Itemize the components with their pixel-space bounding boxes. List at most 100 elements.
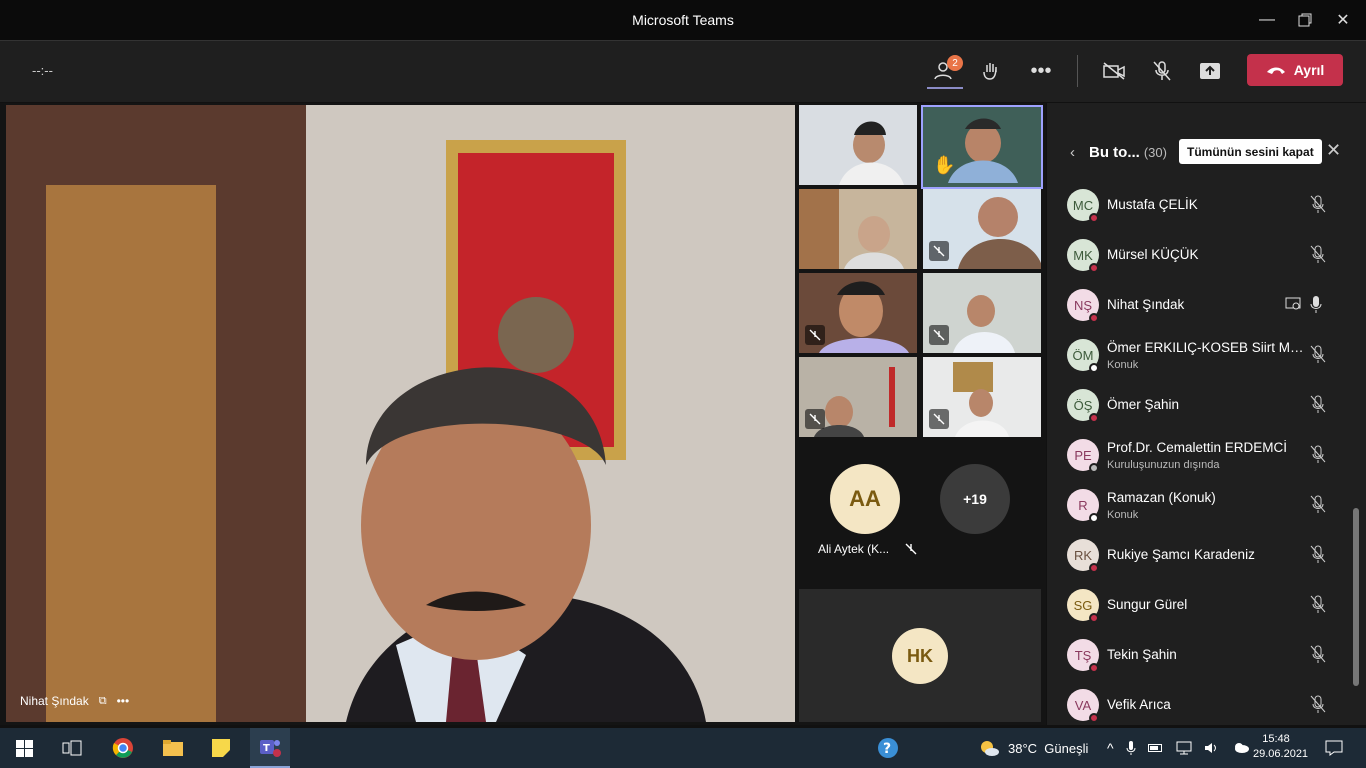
video-tile[interactable] bbox=[799, 189, 917, 269]
mic-off-icon[interactable] bbox=[1310, 345, 1326, 363]
mic-off-icon[interactable] bbox=[1310, 395, 1326, 413]
participant-row[interactable]: ÖM Ömer ERKILIÇ-KOSEB Siirt Mü... Konuk bbox=[1047, 330, 1347, 380]
participant-row[interactable]: SG Sungur Gürel bbox=[1047, 580, 1347, 630]
start-icon[interactable] bbox=[12, 728, 36, 768]
main-video-feed[interactable] bbox=[6, 105, 795, 722]
maximize-icon[interactable] bbox=[1285, 0, 1325, 40]
video-tile-raised-hand[interactable]: ✋ bbox=[921, 105, 1043, 189]
help-icon[interactable]: ? bbox=[875, 728, 901, 768]
participant-subtitle: Konuk bbox=[1107, 359, 1139, 371]
meeting-timer: --:-- bbox=[32, 63, 53, 78]
participant-name: Ömer Şahin bbox=[1107, 397, 1180, 412]
video-tile[interactable] bbox=[923, 357, 1041, 437]
presence-status-icon bbox=[1089, 363, 1099, 373]
scrollbar[interactable] bbox=[1353, 508, 1359, 686]
leave-label: Ayrıl bbox=[1293, 62, 1325, 78]
clock-date: 29.06.2021 bbox=[1253, 748, 1309, 760]
participant-row[interactable]: TŞ Tekin Şahin bbox=[1047, 630, 1347, 680]
avatar-tile-label: Ali Aytek (K... bbox=[818, 542, 917, 556]
avatar-tile-name: Ali Aytek (K... bbox=[818, 542, 890, 556]
participant-row[interactable]: PE Prof.Dr. Cemalettin ERDEMCİ Kuruluşunuz… bbox=[1047, 430, 1347, 480]
battery-icon[interactable] bbox=[1147, 743, 1164, 753]
video-tile[interactable] bbox=[923, 273, 1041, 353]
reactions-button[interactable] bbox=[974, 53, 1010, 89]
participant-name: Mustafa ÇELİK bbox=[1107, 197, 1198, 212]
share-icon bbox=[1200, 63, 1220, 79]
participant-name: Sungur Gürel bbox=[1107, 597, 1188, 612]
participant-name: Nihat Şındak bbox=[1107, 297, 1185, 312]
clock[interactable]: 15:48 29.06.2021 bbox=[1253, 732, 1309, 762]
back-chevron-icon[interactable]: ‹ bbox=[1070, 144, 1075, 161]
participant-row[interactable]: RK Rukiye Şamcı Karadeniz bbox=[1047, 530, 1347, 580]
video-tile[interactable] bbox=[799, 273, 917, 353]
mic-off-icon[interactable] bbox=[1310, 495, 1326, 513]
file-explorer-icon[interactable] bbox=[160, 728, 186, 768]
participant-name: Prof.Dr. Cemalettin ERDEMCİ bbox=[1107, 440, 1288, 455]
participant-row[interactable]: MC Mustafa ÇELİK bbox=[1047, 180, 1347, 230]
mic-off-icon[interactable] bbox=[1310, 595, 1326, 613]
mic-off-icon bbox=[1153, 61, 1171, 81]
participants-button[interactable]: 2 bbox=[927, 53, 963, 89]
participant-name: Ramazan (Konuk) bbox=[1107, 490, 1216, 505]
more-participants-button[interactable]: +19 bbox=[940, 464, 1010, 534]
chrome-icon[interactable] bbox=[110, 728, 136, 768]
video-tile[interactable] bbox=[799, 105, 917, 185]
mic-off-icon[interactable] bbox=[1310, 545, 1326, 563]
title-bar: Microsoft Teams bbox=[0, 0, 1366, 40]
presence-status-icon bbox=[1089, 313, 1099, 323]
notification-icon[interactable] bbox=[1322, 728, 1346, 768]
mic-off-icon[interactable] bbox=[1310, 245, 1326, 263]
minimize-icon[interactable]: — bbox=[1247, 0, 1287, 40]
share-screen-button[interactable] bbox=[1192, 53, 1228, 89]
mic-toggle-button[interactable] bbox=[1144, 53, 1180, 89]
clock-time: 15:48 bbox=[1262, 733, 1290, 745]
weather-widget[interactable]: 38°C Güneşli bbox=[978, 728, 1088, 768]
network-icon[interactable] bbox=[1176, 741, 1192, 755]
camera-toggle-button[interactable] bbox=[1096, 53, 1132, 89]
onedrive-icon[interactable] bbox=[1232, 742, 1250, 754]
participants-badge: 2 bbox=[947, 55, 963, 71]
svg-text:T: T bbox=[263, 743, 270, 754]
toolbar-divider bbox=[1077, 55, 1078, 87]
mute-all-tooltip[interactable]: Tümünün sesini kapat bbox=[1179, 139, 1322, 164]
participant-row[interactable]: VA Vefik Arıca bbox=[1047, 680, 1347, 730]
avatar[interactable]: AA bbox=[830, 464, 900, 534]
leave-button[interactable]: Ayrıl bbox=[1247, 54, 1343, 86]
mic-off-icon bbox=[929, 325, 949, 345]
mic-on-icon[interactable] bbox=[1310, 295, 1322, 313]
main-video-name: Nihat Şındak bbox=[20, 694, 89, 708]
participant-name: Vefik Arıca bbox=[1107, 697, 1171, 712]
mic-off-icon[interactable] bbox=[1310, 195, 1326, 213]
video-tile[interactable] bbox=[799, 357, 917, 437]
more-icon: ••• bbox=[1030, 59, 1052, 82]
mic-off-icon[interactable] bbox=[1310, 445, 1326, 463]
video-tile[interactable] bbox=[923, 189, 1041, 269]
participant-subtitle: Konuk bbox=[1107, 509, 1139, 521]
participant-row[interactable]: MK Mürsel KÜÇÜK bbox=[1047, 230, 1347, 280]
mic-off-icon bbox=[805, 325, 825, 345]
close-window-icon[interactable]: ✕ bbox=[1323, 0, 1363, 40]
presence-status-icon bbox=[1089, 563, 1099, 573]
video-more-icon[interactable]: ••• bbox=[117, 694, 130, 708]
microphone-icon[interactable] bbox=[1126, 741, 1136, 755]
system-tray: ^ bbox=[1107, 728, 1250, 768]
close-panel-icon[interactable]: ✕ bbox=[1326, 140, 1341, 161]
mic-off-icon[interactable] bbox=[1310, 695, 1326, 713]
teams-taskbar-icon[interactable]: T bbox=[250, 728, 290, 768]
participant-row[interactable]: NŞ Nihat Şındak bbox=[1047, 280, 1347, 330]
participant-row[interactable]: ÖŞ Ömer Şahin bbox=[1047, 380, 1347, 430]
roster-title: Bu to... bbox=[1089, 143, 1140, 161]
participant-name: Tekin Şahin bbox=[1107, 647, 1177, 662]
participant-row[interactable]: R Ramazan (Konuk) Konuk bbox=[1047, 480, 1347, 530]
window-title: Microsoft Teams bbox=[632, 12, 734, 28]
svg-text:✋: ✋ bbox=[933, 154, 955, 176]
screen-share-indicator-icon: ⧉ bbox=[98, 694, 107, 707]
participant-name: Ömer ERKILIÇ-KOSEB Siirt Mü... bbox=[1107, 340, 1307, 355]
task-view-icon[interactable] bbox=[60, 728, 84, 768]
chevron-up-icon[interactable]: ^ bbox=[1107, 740, 1114, 756]
sticky-notes-icon[interactable] bbox=[208, 728, 234, 768]
volume-icon[interactable] bbox=[1204, 741, 1220, 755]
participant-name: Rukiye Şamcı Karadeniz bbox=[1107, 547, 1255, 562]
more-options-button[interactable]: ••• bbox=[1023, 53, 1059, 89]
mic-off-icon[interactable] bbox=[1310, 645, 1326, 663]
